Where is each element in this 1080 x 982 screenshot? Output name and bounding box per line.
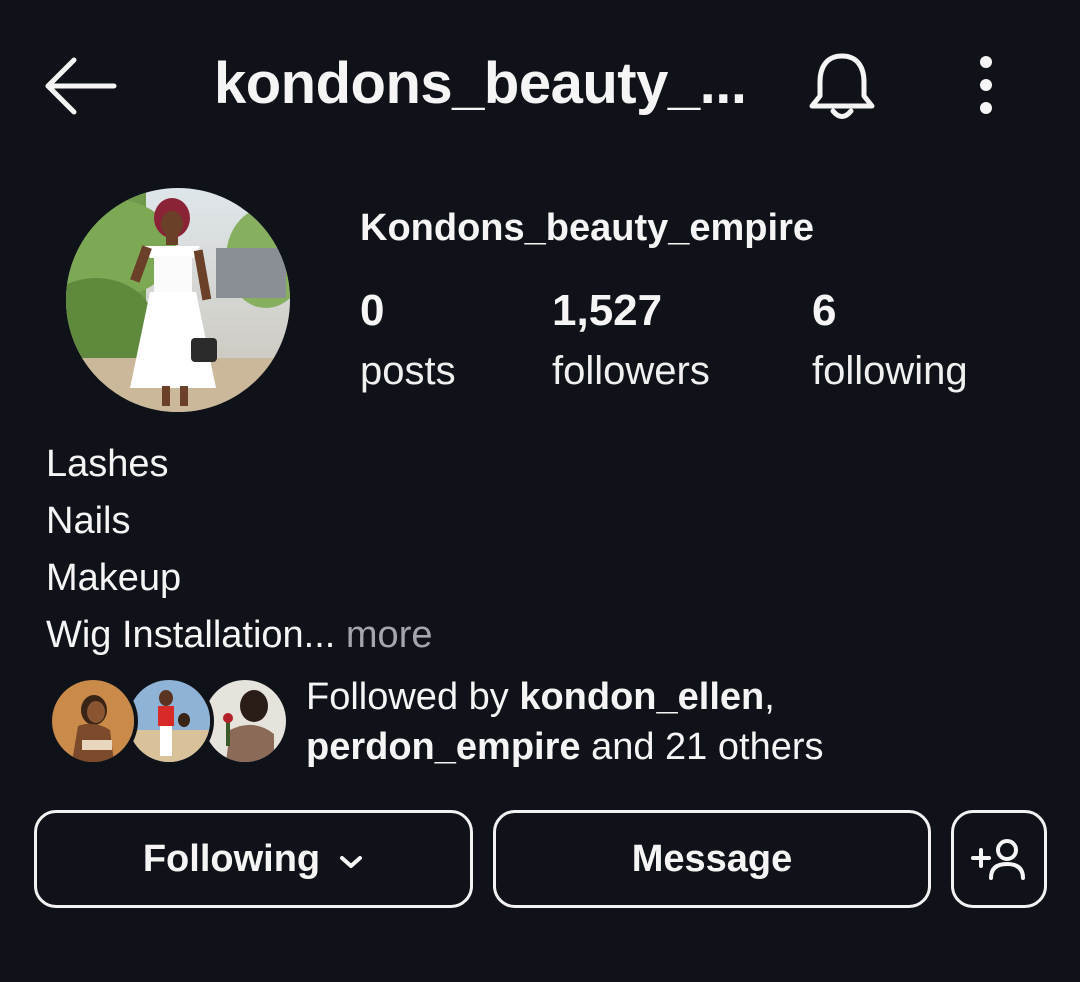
stat-posts[interactable]: 0 posts [360, 284, 456, 396]
more-vertical-icon [980, 56, 992, 114]
bio-truncated-text: Wig Installation... [46, 614, 336, 656]
mutual-avatar [48, 676, 138, 766]
stat-followers[interactable]: 1,527 followers [552, 284, 710, 396]
stat-following[interactable]: 6 following [812, 284, 968, 396]
back-button[interactable] [40, 48, 120, 124]
profile-title: kondons_beauty_... [214, 51, 747, 116]
followers-count: 1,527 [552, 286, 663, 335]
following-count: 6 [812, 286, 837, 335]
profile-avatar[interactable] [66, 188, 290, 412]
following-button[interactable]: Following [34, 810, 473, 908]
bio-line: Nails [46, 500, 131, 542]
profile-bio: Lashes Nails Makeup Wig Installation... … [46, 436, 432, 664]
posts-label: posts [360, 349, 456, 393]
add-user-icon [971, 839, 1025, 880]
top-bar: kondons_beauty_... [0, 0, 1080, 170]
followed-by-others: and 21 others [591, 726, 824, 768]
mutual-followers-avatars[interactable] [48, 676, 290, 766]
posts-count: 0 [360, 286, 385, 335]
bio-line-truncated: Wig Installation... more [46, 607, 432, 664]
suggested-users-button[interactable] [951, 810, 1047, 908]
chevron-down-icon [338, 838, 364, 881]
following-button-label: Following [142, 837, 321, 880]
arrow-left-icon [45, 57, 117, 115]
followed-by-text[interactable]: Followed by kondon_ellen, perdon_empire … [306, 672, 824, 772]
profile-photo [66, 188, 290, 412]
followed-by-comma: , [764, 676, 775, 718]
message-button[interactable]: Message [493, 810, 931, 908]
profile-username: Kondons_beauty_empire [360, 207, 814, 249]
bell-icon [809, 53, 875, 119]
notifications-button[interactable] [800, 46, 884, 126]
bio-line: Lashes [46, 443, 169, 485]
message-button-label: Message [631, 837, 793, 880]
followers-label: followers [552, 349, 710, 393]
followed-by-line-2: perdon_empire and 21 others [306, 722, 824, 772]
followed-by-user-1[interactable]: kondon_ellen [519, 676, 764, 718]
followed-by-user-2[interactable]: perdon_empire [306, 726, 581, 768]
bio-line: Makeup [46, 557, 182, 599]
followed-by-prefix: Followed by [306, 676, 509, 718]
following-label: following [812, 349, 968, 393]
more-options-button[interactable] [960, 50, 1012, 120]
followed-by-line-1: Followed by kondon_ellen, [306, 672, 824, 722]
bio-more-link[interactable]: more [346, 614, 433, 656]
